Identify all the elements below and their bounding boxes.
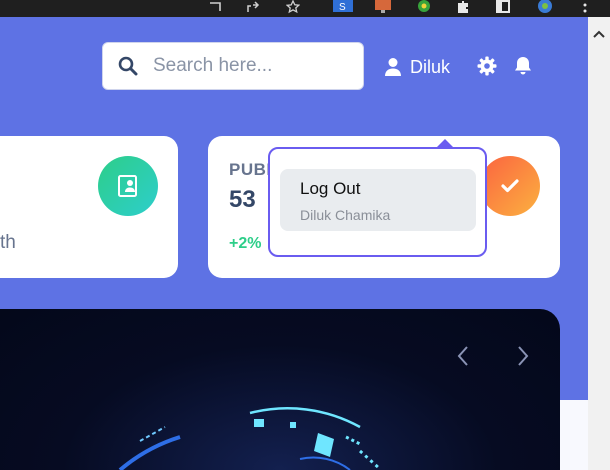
browser-menu-icon[interactable] (578, 0, 592, 14)
dropdown-caret (437, 139, 453, 147)
share-icon[interactable] (243, 0, 263, 14)
checkmark-icon (501, 179, 519, 193)
user-dropdown-menu: Log Out Diluk Chamika (268, 139, 487, 257)
user-menu-toggle[interactable]: Diluk (384, 53, 450, 81)
logout-username: Diluk Chamika (300, 207, 391, 223)
hero-carousel (0, 309, 560, 470)
page-scrollbar[interactable] (588, 17, 610, 470)
stat-card-left (0, 136, 178, 278)
bookmark-star-icon[interactable] (283, 0, 303, 14)
browser-extension-bar: S (0, 0, 610, 17)
contact-book-icon (118, 175, 137, 197)
search-icon (118, 56, 138, 76)
user-icon (385, 58, 401, 76)
settings-gear-icon[interactable] (477, 56, 497, 81)
extension-ring-icon[interactable] (413, 0, 435, 14)
extension-s-icon[interactable]: S (330, 0, 356, 14)
svg-text:S: S (339, 2, 346, 13)
logout-label: Log Out (300, 179, 361, 198)
stat-card-left-icon-circle (98, 156, 158, 216)
notifications-bell-icon[interactable] (514, 56, 532, 81)
tech-ring-graphic (118, 407, 382, 470)
scroll-up-arrow-icon[interactable] (588, 17, 610, 51)
stat-card-right-change: +2% (229, 235, 262, 252)
stat-card-right-value: 53 (229, 186, 256, 213)
carousel-prev-icon[interactable] (456, 345, 470, 374)
stat-card-right-icon-circle (480, 156, 540, 216)
search-box[interactable] (102, 42, 364, 90)
user-name: Diluk (410, 56, 451, 77)
cast-icon[interactable] (205, 0, 225, 14)
profile-avatar-icon[interactable] (533, 0, 557, 14)
stat-card-left-text: th (0, 232, 16, 253)
carousel-next-icon[interactable] (516, 345, 530, 374)
extension-monitor-icon[interactable] (372, 0, 394, 14)
extensions-puzzle-icon[interactable] (453, 0, 473, 14)
side-panel-icon[interactable] (493, 0, 513, 14)
logout-menu-item[interactable]: Log Out Diluk Chamika (280, 169, 476, 231)
search-input[interactable] (151, 54, 355, 78)
